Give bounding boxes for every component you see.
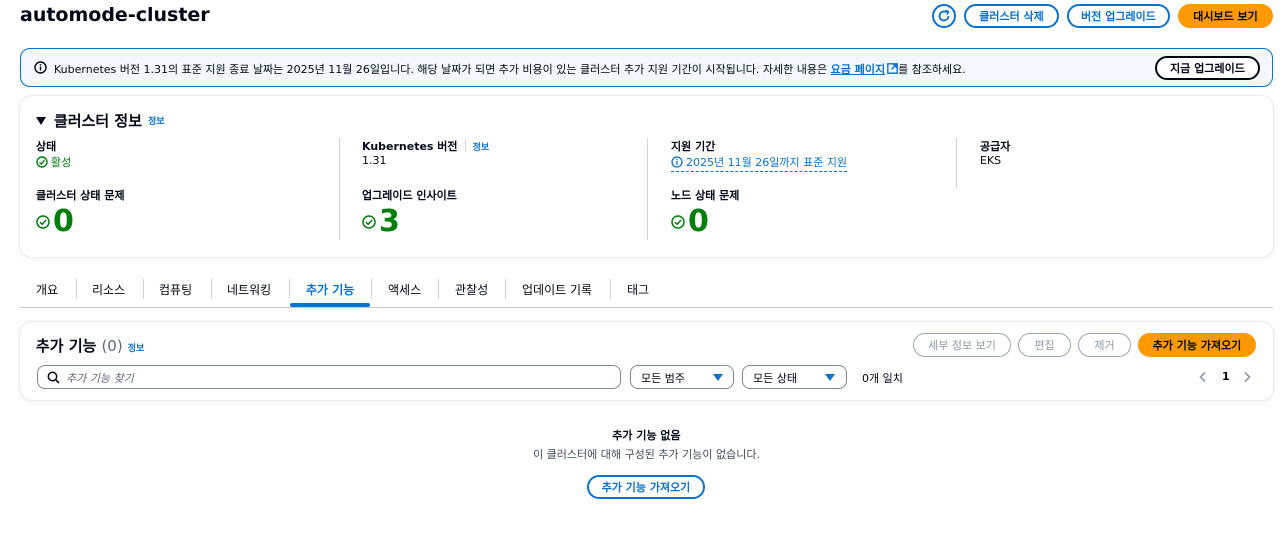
delete-cluster-button[interactable]: 클러스터 삭제 bbox=[964, 4, 1059, 28]
banner-text-end: 를 참조하세요. bbox=[898, 63, 966, 76]
tab-access[interactable]: 액세스 bbox=[388, 281, 421, 298]
banner-message: Kubernetes 버전 1.31의 표준 지원 종료 날짜는 2025년 1… bbox=[54, 61, 966, 77]
tab-separator bbox=[143, 279, 144, 299]
cluster-info-title: 클러스터 정보 bbox=[54, 112, 143, 130]
edit-button[interactable]: 편집 bbox=[1018, 333, 1071, 357]
status-label: 상태 bbox=[36, 140, 57, 153]
check-circle-icon bbox=[36, 215, 50, 229]
caret-down-icon[interactable] bbox=[36, 116, 46, 125]
info-icon bbox=[671, 156, 683, 168]
support-info-banner: Kubernetes 버전 1.31의 표준 지원 종료 날짜는 2025년 1… bbox=[20, 48, 1273, 87]
check-circle-icon bbox=[36, 156, 48, 168]
tab-resources[interactable]: 리소스 bbox=[92, 281, 125, 298]
refresh-icon bbox=[938, 9, 950, 22]
banner-text-start: Kubernetes 버전 1.31의 표준 지원 종료 날짜는 2025년 1… bbox=[54, 63, 831, 76]
pricing-page-link[interactable]: 요금 페이지 bbox=[831, 63, 885, 76]
page-title: automode-cluster bbox=[20, 4, 210, 26]
tab-separator bbox=[371, 279, 372, 299]
k8s-version-value: 1.31 bbox=[362, 154, 387, 167]
label-divider bbox=[464, 140, 466, 152]
cluster-info-link[interactable]: 정보 bbox=[148, 114, 165, 127]
tab-separator bbox=[438, 279, 439, 299]
chevron-right-icon[interactable] bbox=[1242, 371, 1252, 383]
tab-addons[interactable]: 추가 기능 bbox=[306, 281, 354, 298]
tab-separator bbox=[610, 279, 611, 299]
support-period-value[interactable]: 2025년 11월 26일까지 표준 지원 bbox=[671, 154, 848, 172]
provider-label: 공급자 bbox=[980, 140, 1011, 153]
tab-separator bbox=[211, 279, 212, 299]
tab-overview[interactable]: 개요 bbox=[36, 281, 58, 298]
get-more-addons-button[interactable]: 추가 기능 가져오기 bbox=[1138, 333, 1256, 357]
category-select[interactable]: 모든 범주 bbox=[630, 365, 734, 389]
addons-count: (0) bbox=[101, 337, 123, 355]
check-circle-icon bbox=[671, 215, 685, 229]
addons-info-link[interactable]: 정보 bbox=[128, 341, 145, 354]
match-count: 0개 일치 bbox=[862, 372, 903, 385]
view-dashboard-button[interactable]: 대시보드 보기 bbox=[1178, 4, 1273, 28]
tab-separator bbox=[76, 279, 77, 299]
empty-state-title: 추가 기능 없음 bbox=[612, 429, 681, 442]
chevron-left-icon[interactable] bbox=[1198, 371, 1208, 383]
tabs-divider bbox=[20, 307, 1273, 308]
cluster-info-header[interactable]: 클러스터 정보 정보 bbox=[36, 110, 165, 131]
tab-tags[interactable]: 태그 bbox=[627, 281, 649, 298]
category-select-value: 모든 범주 bbox=[641, 372, 685, 385]
search-input[interactable]: 추가 기능 찾기 bbox=[37, 365, 621, 389]
tab-compute[interactable]: 컴퓨팅 bbox=[159, 281, 192, 298]
cluster-health-value[interactable]: 0 bbox=[36, 207, 74, 237]
view-details-button[interactable]: 세부 정보 보기 bbox=[913, 333, 1011, 357]
page-number[interactable]: 1 bbox=[1222, 370, 1230, 383]
node-health-value[interactable]: 0 bbox=[671, 207, 709, 237]
k8s-info-link[interactable]: 정보 bbox=[473, 140, 490, 153]
caret-down-icon bbox=[825, 374, 835, 381]
cluster-health-label: 클러스터 상태 문제 bbox=[36, 189, 125, 202]
tab-separator bbox=[289, 279, 290, 299]
upgrade-insights-value[interactable]: 3 bbox=[362, 207, 400, 237]
empty-get-addons-button[interactable]: 추가 기능 가져오기 bbox=[587, 475, 705, 499]
empty-state-description: 이 클러스터에 대해 구성된 추가 기능이 없습니다. bbox=[533, 448, 760, 461]
addons-title: 추가 기능 bbox=[36, 337, 97, 355]
support-period-label: 지원 기간 bbox=[671, 140, 716, 153]
k8s-version-label: Kubernetes 버전 bbox=[362, 140, 458, 153]
refresh-button[interactable] bbox=[932, 4, 956, 28]
tab-update-history[interactable]: 업데이트 기록 bbox=[522, 281, 592, 298]
upgrade-version-button[interactable]: 버전 업그레이드 bbox=[1067, 4, 1170, 28]
check-circle-icon bbox=[362, 215, 376, 229]
tab-separator bbox=[505, 279, 506, 299]
addons-header: 추가 기능 (0) 정보 bbox=[36, 335, 144, 356]
column-divider bbox=[339, 138, 340, 240]
upgrade-now-button[interactable]: 지금 업그레이드 bbox=[1155, 56, 1260, 80]
cluster-info-card: 클러스터 정보 정보 상태 활성 클러스터 상태 문제 0 Kubernetes… bbox=[20, 96, 1273, 257]
info-icon bbox=[34, 61, 47, 74]
upgrade-insights-label: 업그레이드 인사이트 bbox=[362, 189, 457, 202]
status-value: 활성 bbox=[36, 154, 71, 170]
status-select[interactable]: 모든 상태 bbox=[742, 365, 847, 389]
k8s-version-header: Kubernetes 버전 정보 bbox=[362, 138, 489, 154]
provider-value: EKS bbox=[980, 154, 1002, 167]
status-select-value: 모든 상태 bbox=[753, 372, 797, 385]
search-icon bbox=[47, 371, 60, 384]
column-divider bbox=[956, 138, 957, 188]
caret-down-icon bbox=[713, 374, 723, 381]
tab-networking[interactable]: 네트워킹 bbox=[227, 281, 271, 298]
node-health-label: 노드 상태 문제 bbox=[671, 189, 740, 202]
column-divider bbox=[647, 138, 648, 240]
external-link-icon[interactable] bbox=[887, 63, 898, 74]
tab-observability[interactable]: 관찰성 bbox=[455, 281, 488, 298]
remove-button[interactable]: 제거 bbox=[1078, 333, 1131, 357]
search-placeholder: 추가 기능 찾기 bbox=[66, 372, 134, 385]
